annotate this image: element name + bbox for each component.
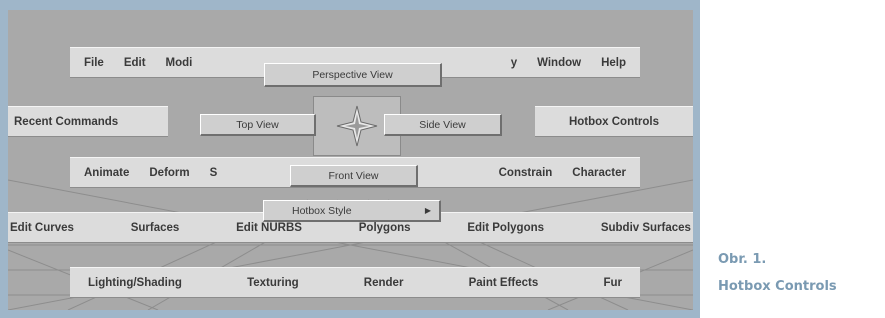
top-view-button[interactable]: Top View xyxy=(200,114,316,136)
hotbox-style-button[interactable]: Hotbox Style ▶ xyxy=(263,200,441,222)
hotbox-controls-menu[interactable]: Hotbox Controls xyxy=(535,106,693,137)
figure-caption-number: Obr. 1. xyxy=(718,252,767,267)
menu-display[interactable]: y xyxy=(501,57,527,69)
menu-modify[interactable]: Modi xyxy=(156,57,203,69)
menu-deform[interactable]: Deform xyxy=(139,167,199,179)
menu-edit-nurbs[interactable]: Edit NURBS xyxy=(226,222,312,234)
figure-caption-title: Hotbox Controls xyxy=(718,279,837,294)
menu-skeleton[interactable]: S xyxy=(200,167,228,179)
side-view-button[interactable]: Side View xyxy=(384,114,502,136)
menu-render[interactable]: Render xyxy=(354,277,414,289)
menu-character[interactable]: Character xyxy=(562,167,636,179)
submenu-arrow-icon: ▶ xyxy=(424,206,431,215)
hotbox-style-label: Hotbox Style xyxy=(292,204,352,217)
recent-commands-menu[interactable]: Recent Commands xyxy=(8,106,168,137)
menu-texturing[interactable]: Texturing xyxy=(237,277,309,289)
menu-subdiv-surfaces[interactable]: Subdiv Surfaces xyxy=(591,222,693,234)
menu-surfaces[interactable]: Surfaces xyxy=(121,222,190,234)
menu-row-rendering: Lighting/Shading Texturing Render Paint … xyxy=(70,267,640,298)
menu-lighting-shading[interactable]: Lighting/Shading xyxy=(78,277,192,289)
menu-polygons[interactable]: Polygons xyxy=(349,222,421,234)
menu-edit-polygons[interactable]: Edit Polygons xyxy=(457,222,554,234)
figure-frame: File Edit Modi y Window Help Recent Comm… xyxy=(0,0,700,318)
front-view-button[interactable]: Front View xyxy=(290,165,418,187)
menu-fur[interactable]: Fur xyxy=(593,277,632,289)
menu-edit-curves[interactable]: Edit Curves xyxy=(8,222,84,234)
menu-animate[interactable]: Animate xyxy=(74,167,139,179)
menu-file[interactable]: File xyxy=(74,57,114,69)
menu-paint-effects[interactable]: Paint Effects xyxy=(459,277,549,289)
menu-constrain[interactable]: Constrain xyxy=(489,167,563,179)
menu-edit[interactable]: Edit xyxy=(114,57,156,69)
maya-viewport: File Edit Modi y Window Help Recent Comm… xyxy=(8,10,693,310)
perspective-view-button[interactable]: Perspective View xyxy=(264,63,442,87)
menu-window[interactable]: Window xyxy=(527,57,591,69)
menu-help[interactable]: Help xyxy=(591,57,636,69)
